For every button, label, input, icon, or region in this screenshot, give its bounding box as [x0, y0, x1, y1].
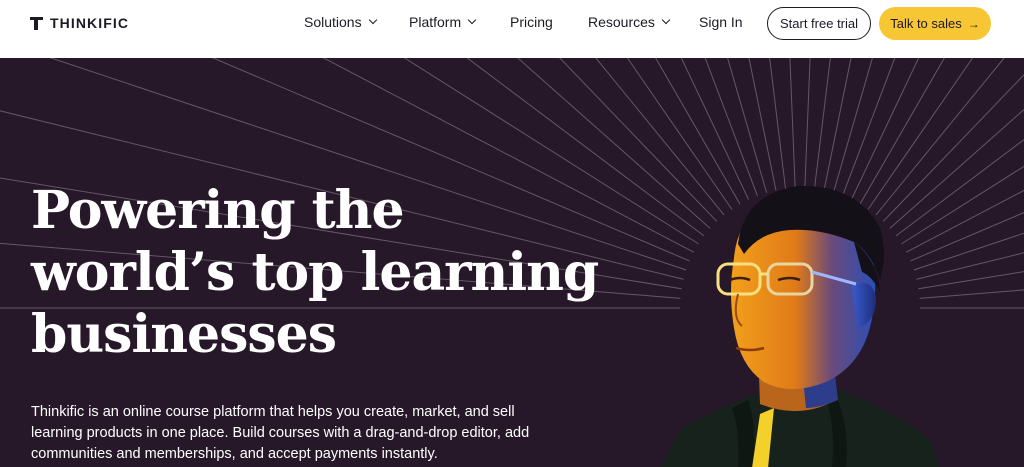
nav-item-sign-in[interactable]: Sign In	[699, 13, 743, 31]
top-navigation: THINKIFIC Solutions Platform Pricing Res…	[0, 0, 1024, 58]
nav-item-label: Sign In	[699, 14, 743, 30]
talk-to-sales-label: Talk to sales	[890, 16, 962, 31]
headline-line: Powering the	[31, 180, 405, 241]
chevron-down-icon	[661, 15, 671, 25]
talk-to-sales-button[interactable]: Talk to sales →	[879, 7, 991, 40]
hero-portrait-image	[660, 185, 940, 467]
nav-item-label: Solutions	[304, 14, 362, 30]
nav-item-pricing[interactable]: Pricing	[510, 13, 553, 31]
hero-headline: Powering the world’s top learning busine…	[31, 180, 599, 366]
start-free-trial-label: Start free trial	[779, 16, 859, 31]
nav-item-label: Platform	[409, 14, 462, 30]
nav-item-label: Resources	[588, 14, 655, 30]
chevron-down-icon	[467, 15, 477, 25]
headline-line: businesses	[31, 304, 337, 365]
hero-description: Thinkific is an online course platform t…	[31, 402, 551, 465]
nav-item-platform[interactable]: Platform	[409, 13, 477, 31]
nav-item-resources[interactable]: Resources	[588, 13, 671, 31]
description-line: Thinkific is an online course platform t…	[31, 404, 515, 420]
arrow-right-icon: →	[967, 16, 980, 31]
nav-item-label: Pricing	[510, 14, 553, 30]
chevron-down-icon	[368, 15, 377, 25]
nav-item-solutions[interactable]: Solutions	[304, 13, 377, 31]
thinkific-logo[interactable]: THINKIFIC	[30, 14, 129, 32]
brand-name: THINKIFIC	[50, 15, 130, 31]
description-line: learning products in one place. Build co…	[31, 425, 530, 441]
description-line: communities and memberships, and accept …	[31, 446, 438, 462]
start-free-trial-button[interactable]: Start free trial	[767, 7, 871, 40]
hero-section: Powering the world’s top learning busine…	[0, 58, 1024, 467]
thinkific-logo-icon	[30, 16, 43, 30]
headline-line: world’s top learning	[31, 242, 599, 303]
